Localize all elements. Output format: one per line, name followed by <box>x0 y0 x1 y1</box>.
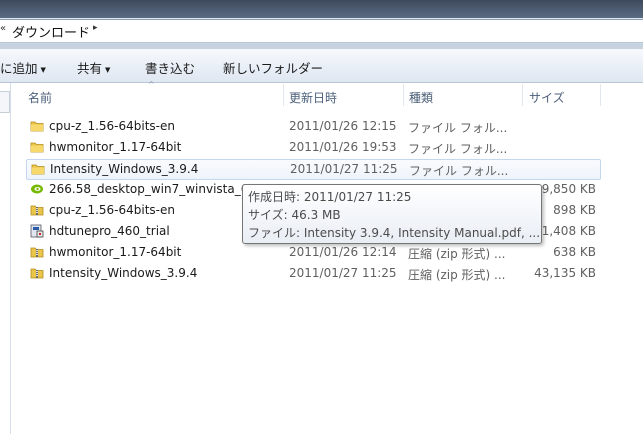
zip-archive-icon <box>30 266 44 280</box>
column-divider[interactable] <box>403 84 404 106</box>
file-modified: 2011/01/27 11:25 <box>289 266 397 280</box>
chevron-down-icon: ▼ <box>40 65 46 74</box>
file-row[interactable]: hwmonitor_1.17-64bit 2011/01/26 19:53 ファイル… <box>26 138 599 157</box>
new-folder-button[interactable]: 新しいフォルダー <box>223 58 323 77</box>
file-size: 638 KB <box>553 245 596 259</box>
file-modified: 2011/01/26 19:53 <box>289 140 397 154</box>
file-row[interactable]: Intensity_Windows_3.9.4 2011/01/27 11:25 圧… <box>26 264 599 283</box>
zip-archive-icon <box>30 245 44 259</box>
setup-exe-icon <box>30 224 44 238</box>
file-row[interactable]: cpu-z_1.56-64bits-en 2011/01/26 12:15 ファイル… <box>26 117 599 136</box>
column-divider[interactable] <box>600 84 601 106</box>
tooltip-created: 作成日時: 2011/01/27 11:25 <box>248 190 412 204</box>
file-type: 圧縮 (zip 形式) ... <box>408 268 506 282</box>
file-name: Intensity_Windows_3.9.4 <box>50 162 199 176</box>
breadcrumb-chevron-icon[interactable]: ▸ <box>93 23 98 33</box>
column-divider[interactable] <box>522 84 523 106</box>
folder-icon <box>31 162 45 176</box>
column-header-modified[interactable]: 更新日時 <box>289 89 337 106</box>
file-row[interactable]: Intensity_Windows_3.9.4 2011/01/27 11:25 フ… <box>26 159 601 180</box>
folder-icon <box>30 140 44 154</box>
sort-ascending-icon: ^ <box>148 80 155 89</box>
breadcrumb-downloads[interactable]: ダウンロード <box>12 22 90 41</box>
file-type: ファイル フォル... <box>408 142 508 156</box>
file-name: hwmonitor_1.17-64bit <box>49 140 182 154</box>
nvidia-installer-icon <box>30 182 44 196</box>
file-modified: 2011/01/26 12:14 <box>289 245 397 259</box>
tooltip-size: サイズ: 46.3 MB <box>248 208 341 222</box>
column-header-size[interactable]: サイズ <box>529 89 565 106</box>
file-name: hdtunepro_460_trial <box>49 224 170 238</box>
file-type: 圧縮 (zip 形式) ... <box>408 247 506 261</box>
file-name: Intensity_Windows_3.9.4 <box>49 266 198 280</box>
share-label: 共有 <box>77 61 103 76</box>
burn-button[interactable]: 書き込む <box>145 58 195 77</box>
zip-archive-icon <box>30 203 44 217</box>
column-header-name[interactable]: 名前 <box>28 89 52 106</box>
column-header-type[interactable]: 種類 <box>409 89 433 106</box>
file-name: hwmonitor_1.17-64bit <box>49 245 182 259</box>
file-size: 43,135 KB <box>534 266 596 280</box>
file-name: cpu-z_1.56-64bits-en <box>49 203 175 217</box>
add-to-button[interactable]: に追加 ▼ <box>0 58 46 77</box>
file-type: ファイル フォル... <box>408 121 508 135</box>
share-button[interactable]: 共有 ▼ <box>77 58 110 77</box>
file-info-tooltip: 作成日時: 2011/01/27 11:25 サイズ: 46.3 MB ファイル… <box>242 184 542 244</box>
add-to-label: に追加 <box>0 61 38 76</box>
file-modified: 2011/01/26 12:15 <box>289 119 397 133</box>
tooltip-files: ファイル: Intensity 3.9.4, Intensity Manual.… <box>248 226 541 240</box>
breadcrumb-overflow-icon[interactable]: « <box>0 23 6 34</box>
column-divider[interactable] <box>283 84 284 106</box>
window-title-bar <box>0 0 643 18</box>
chevron-down-icon: ▼ <box>105 65 111 74</box>
file-name: cpu-z_1.56-64bits-en <box>49 119 175 133</box>
folder-icon <box>30 119 44 133</box>
file-row[interactable]: hwmonitor_1.17-64bit 2011/01/26 12:14 圧縮 (… <box>26 243 599 262</box>
file-type: ファイル フォル... <box>409 164 509 178</box>
navigation-pane-item[interactable] <box>0 91 10 113</box>
file-modified: 2011/01/27 11:25 <box>290 162 398 176</box>
navigation-pane[interactable] <box>0 83 11 434</box>
file-name: 266.58_desktop_win7_winvista_6 <box>49 182 249 196</box>
